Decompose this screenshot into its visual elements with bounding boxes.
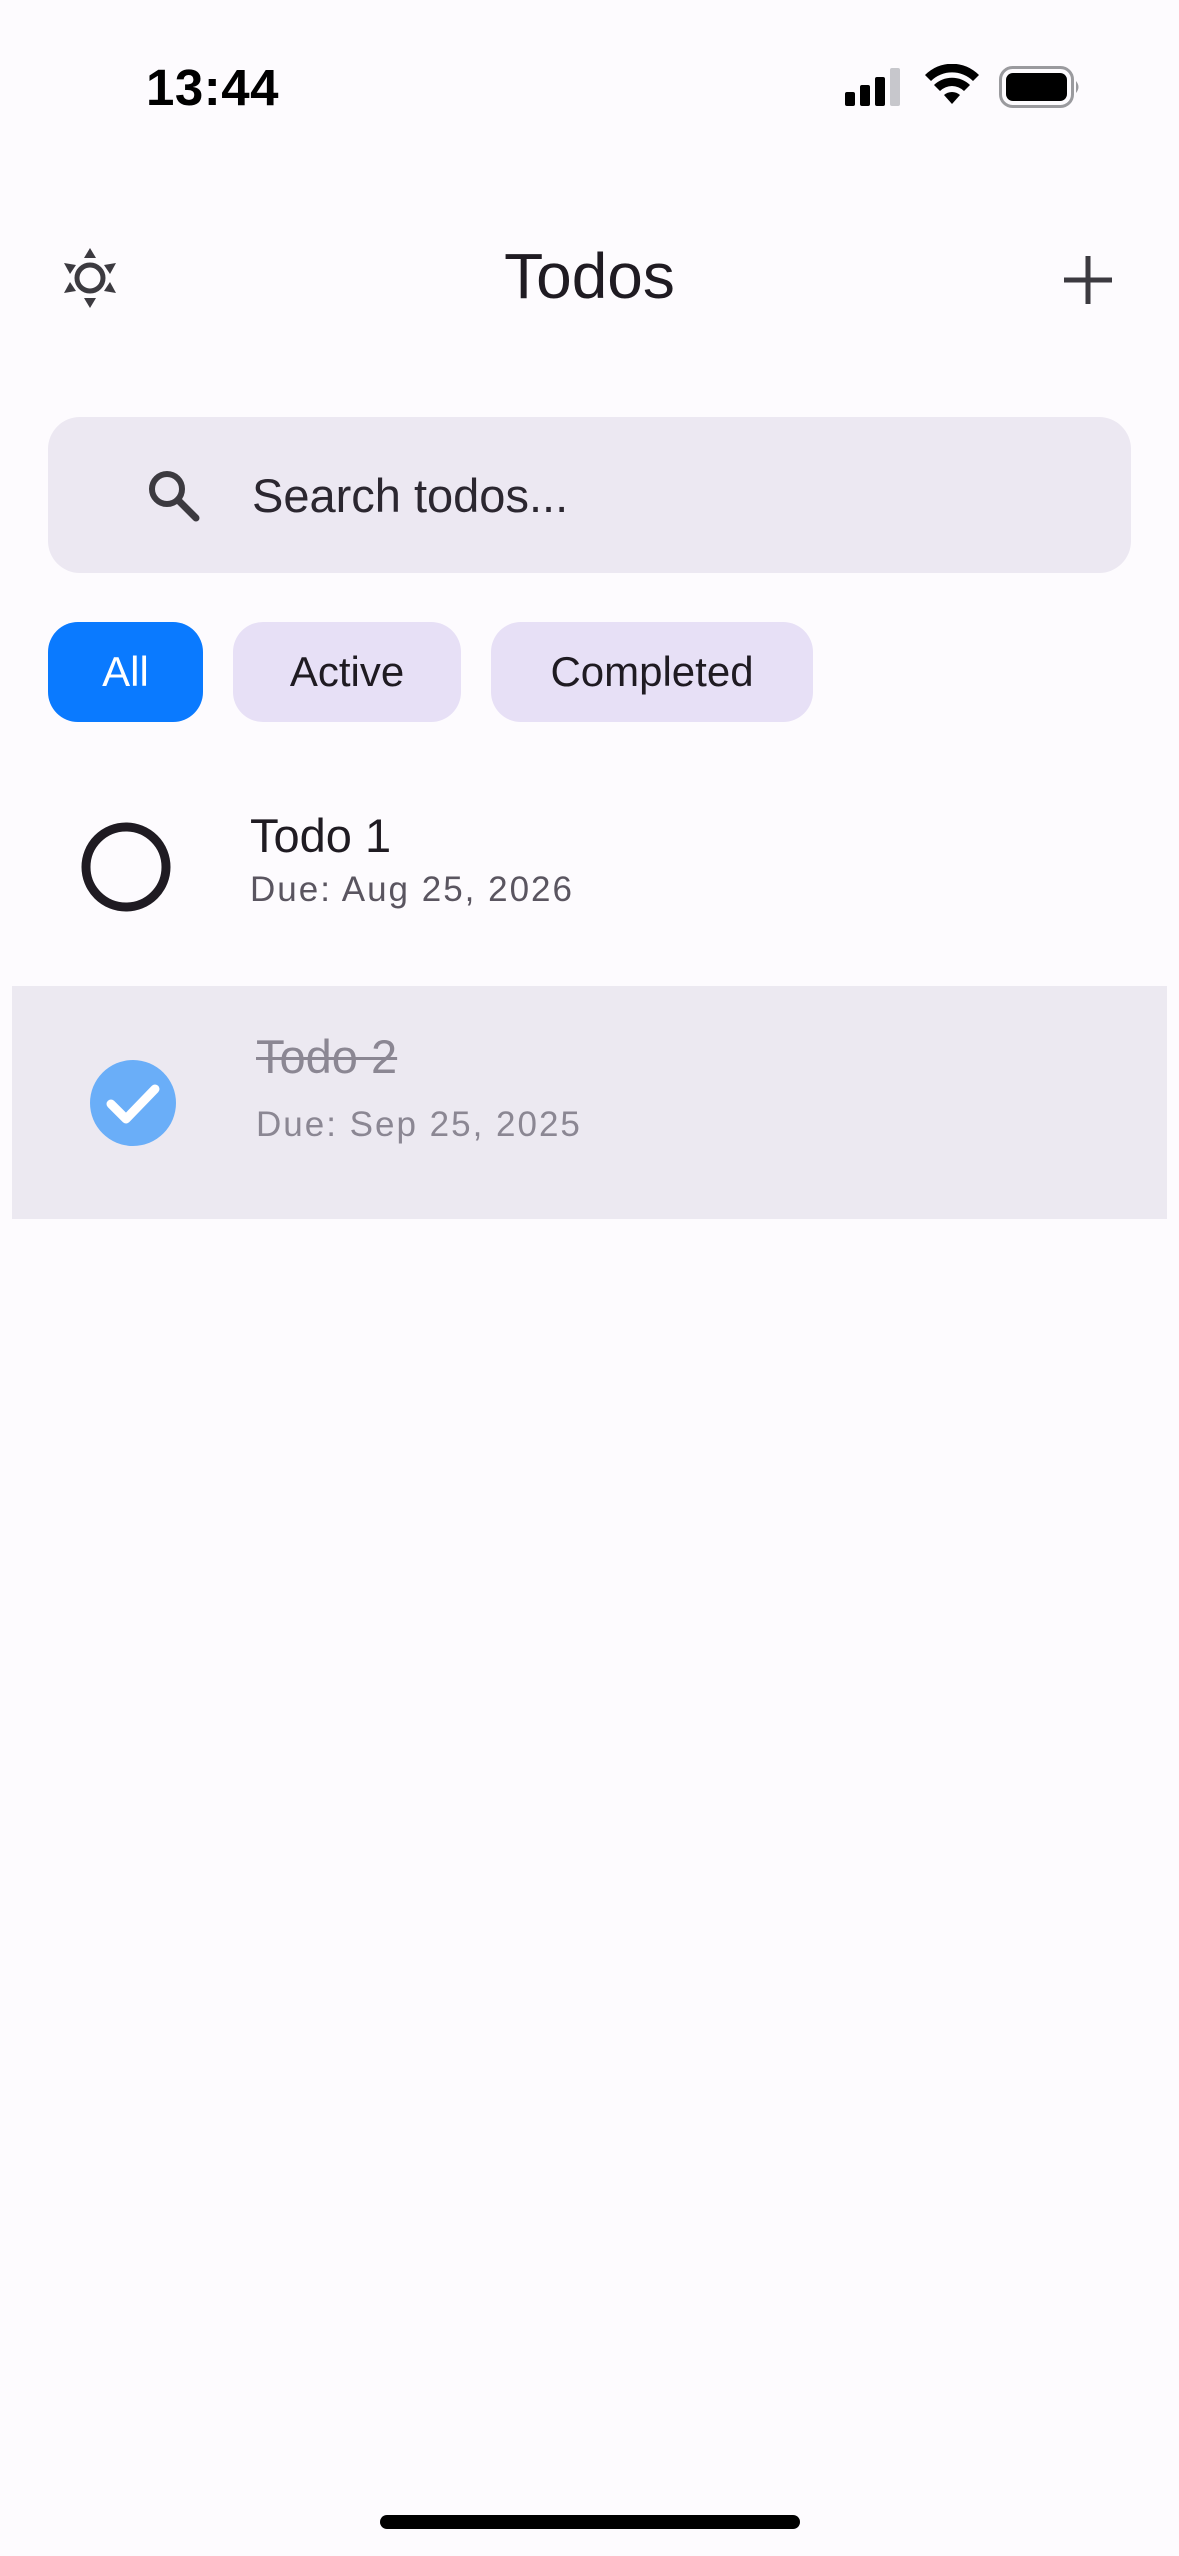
- home-indicator[interactable]: [380, 2515, 800, 2529]
- todo-title: Todo 2: [256, 1030, 398, 1083]
- todo-due-date: Due: Aug 25, 2026: [250, 870, 574, 909]
- todo-list-item[interactable]: Todo 1 Due: Aug 25, 2026: [12, 770, 1167, 985]
- status-bar: 13:44: [0, 0, 1179, 170]
- signal-icon: [845, 68, 900, 106]
- app-header: Todos: [0, 220, 1179, 330]
- status-time: 13:44: [146, 59, 279, 116]
- plus-icon: [1064, 256, 1112, 304]
- todo-due-date: Due: Sep 25, 2025: [256, 1105, 582, 1144]
- filter-chip-all[interactable]: All: [48, 622, 203, 722]
- wifi-icon: [925, 64, 979, 104]
- add-todo-button[interactable]: [1048, 240, 1128, 320]
- filter-chip-active[interactable]: Active: [233, 622, 461, 722]
- page-title: Todos: [504, 240, 675, 312]
- filter-chip-completed[interactable]: Completed: [491, 622, 813, 722]
- search-icon: [149, 471, 200, 522]
- filter-chip-label: Active: [289, 648, 405, 695]
- checked-circle-icon[interactable]: [88, 1058, 178, 1148]
- todo-title: Todo 1: [250, 809, 392, 862]
- search-input[interactable]: [252, 417, 1102, 573]
- search-bar[interactable]: [48, 417, 1131, 573]
- filter-chip-label: All: [102, 648, 149, 695]
- todo-list-item[interactable]: Todo 2 Due: Sep 25, 2025: [12, 986, 1167, 1219]
- battery-icon: [999, 66, 1079, 108]
- filter-chip-label: Completed: [550, 648, 754, 695]
- unchecked-circle-icon[interactable]: [80, 821, 172, 913]
